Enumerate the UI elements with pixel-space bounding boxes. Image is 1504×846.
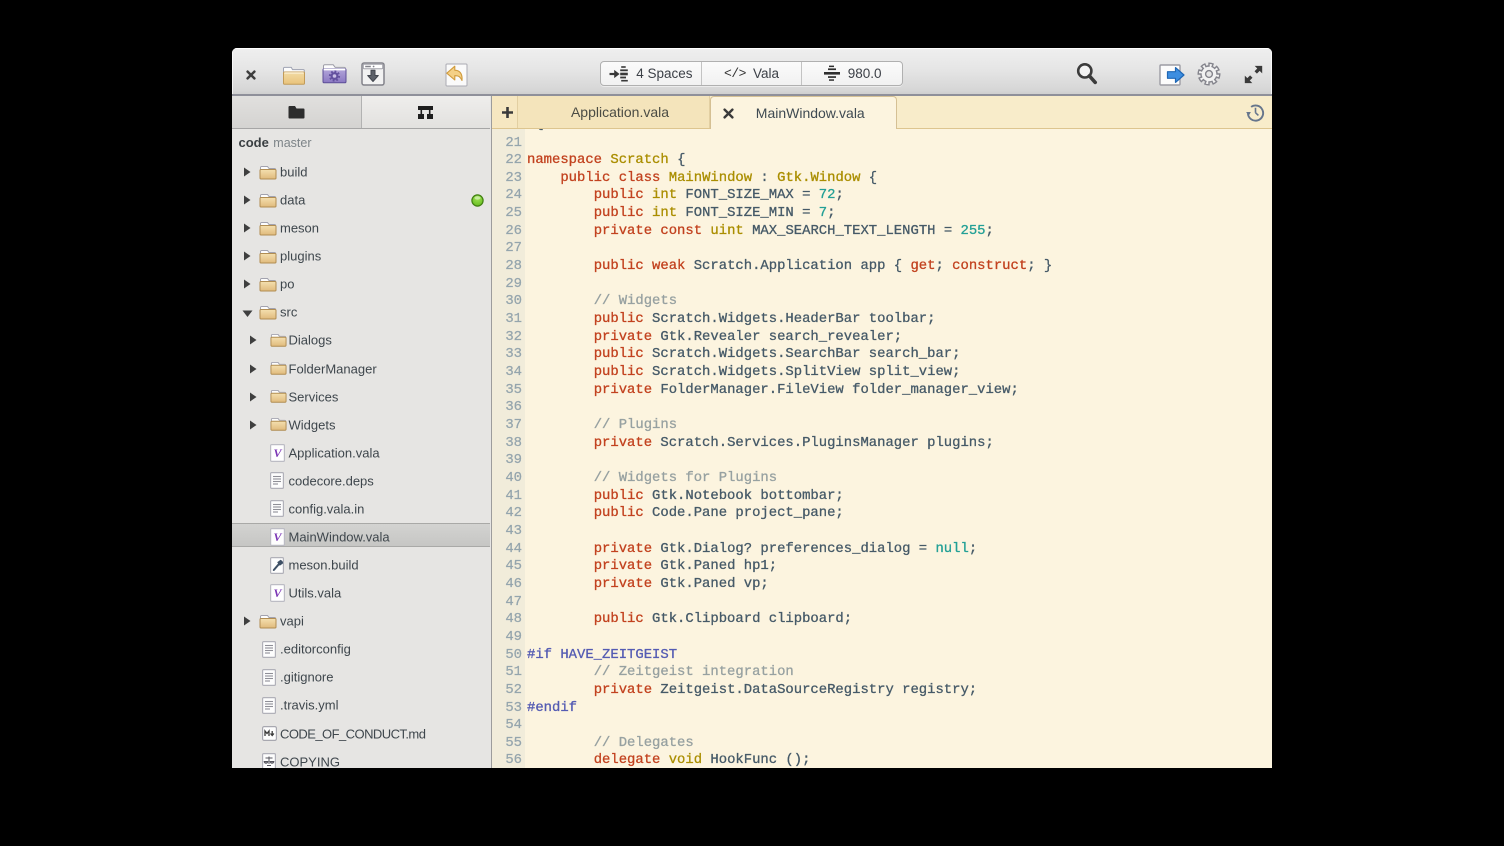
svg-text:V: V [273,530,282,544]
svg-text:V: V [273,446,282,460]
svg-text:V: V [273,586,282,600]
